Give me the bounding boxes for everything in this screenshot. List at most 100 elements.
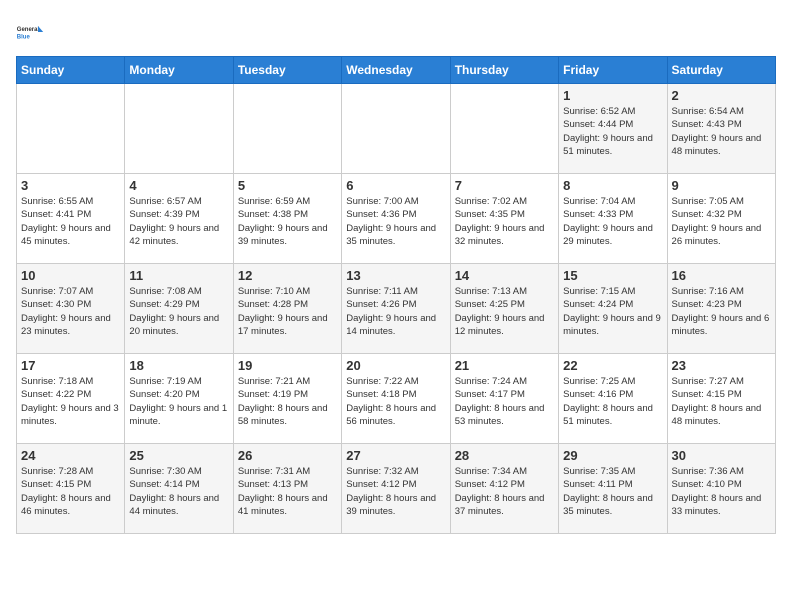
day-number: 1 <box>563 88 662 103</box>
week-row-2: 3Sunrise: 6:55 AM Sunset: 4:41 PM Daylig… <box>17 174 776 264</box>
day-number: 20 <box>346 358 445 373</box>
day-cell: 24 Sunrise: 7:28 AM Sunset: 4:15 PM Dayli… <box>17 444 125 534</box>
day-number: 28 <box>455 448 554 463</box>
header-cell-saturday: Saturday <box>667 57 775 84</box>
day-info: Sunrise: 7:27 AM Sunset: 4:15 PM Dayligh… <box>672 375 771 428</box>
header-cell-wednesday: Wednesday <box>342 57 450 84</box>
day-cell: 30 Sunrise: 7:36 AM Sunset: 4:10 PM Dayli… <box>667 444 775 534</box>
day-cell: 12Sunrise: 7:10 AM Sunset: 4:28 PM Dayli… <box>233 264 341 354</box>
day-cell: 26Sunrise: 7:31 AM Sunset: 4:13 PM Dayli… <box>233 444 341 534</box>
day-info: Sunrise: 7:08 AM Sunset: 4:29 PM Dayligh… <box>129 285 228 338</box>
day-cell: 16 Sunrise: 7:16 AM Sunset: 4:23 PM Dayli… <box>667 264 775 354</box>
day-info: Sunrise: 7:11 AM Sunset: 4:26 PM Dayligh… <box>346 285 445 338</box>
day-cell: 4Sunrise: 6:57 AM Sunset: 4:39 PM Daylig… <box>125 174 233 264</box>
day-cell <box>450 84 558 174</box>
day-number: 14 <box>455 268 554 283</box>
day-info: Sunrise: 7:05 AM Sunset: 4:32 PM Dayligh… <box>672 195 771 248</box>
day-cell: 22Sunrise: 7:25 AM Sunset: 4:16 PM Dayli… <box>559 354 667 444</box>
day-cell: 14 Sunrise: 7:13 AM Sunset: 4:25 PM Dayli… <box>450 264 558 354</box>
day-number: 5 <box>238 178 337 193</box>
day-cell: 8 Sunrise: 7:04 AM Sunset: 4:33 PM Daylig… <box>559 174 667 264</box>
header: GeneralBlue <box>16 16 776 48</box>
day-info: Sunrise: 7:19 AM Sunset: 4:20 PM Dayligh… <box>129 375 228 428</box>
day-cell: 19 Sunrise: 7:21 AM Sunset: 4:19 PM Dayli… <box>233 354 341 444</box>
day-number: 8 <box>563 178 662 193</box>
day-number: 24 <box>21 448 120 463</box>
day-info: Sunrise: 7:36 AM Sunset: 4:10 PM Dayligh… <box>672 465 771 518</box>
header-cell-tuesday: Tuesday <box>233 57 341 84</box>
calendar-header-row: SundayMondayTuesdayWednesdayThursdayFrid… <box>17 57 776 84</box>
day-number: 6 <box>346 178 445 193</box>
day-number: 21 <box>455 358 554 373</box>
day-info: Sunrise: 7:10 AM Sunset: 4:28 PM Dayligh… <box>238 285 337 338</box>
day-cell: 7Sunrise: 7:02 AM Sunset: 4:35 PM Daylig… <box>450 174 558 264</box>
day-cell: 27 Sunrise: 7:32 AM Sunset: 4:12 PM Dayli… <box>342 444 450 534</box>
day-number: 10 <box>21 268 120 283</box>
day-info: Sunrise: 6:55 AM Sunset: 4:41 PM Dayligh… <box>21 195 120 248</box>
day-info: Sunrise: 7:30 AM Sunset: 4:14 PM Dayligh… <box>129 465 228 518</box>
header-cell-sunday: Sunday <box>17 57 125 84</box>
day-cell: 10 Sunrise: 7:07 AM Sunset: 4:30 PM Dayli… <box>17 264 125 354</box>
day-info: Sunrise: 7:18 AM Sunset: 4:22 PM Dayligh… <box>21 375 120 428</box>
day-cell <box>233 84 341 174</box>
week-row-3: 10 Sunrise: 7:07 AM Sunset: 4:30 PM Dayli… <box>17 264 776 354</box>
header-cell-thursday: Thursday <box>450 57 558 84</box>
day-info: Sunrise: 7:35 AM Sunset: 4:11 PM Dayligh… <box>563 465 662 518</box>
day-info: Sunrise: 7:32 AM Sunset: 4:12 PM Dayligh… <box>346 465 445 518</box>
day-cell: 1 Sunrise: 6:52 AM Sunset: 4:44 PM Daylig… <box>559 84 667 174</box>
day-number: 15 <box>563 268 662 283</box>
day-info: Sunrise: 6:52 AM Sunset: 4:44 PM Dayligh… <box>563 105 662 158</box>
day-info: Sunrise: 7:04 AM Sunset: 4:33 PM Dayligh… <box>563 195 662 248</box>
day-cell: 28 Sunrise: 7:34 AM Sunset: 4:12 PM Dayli… <box>450 444 558 534</box>
day-cell: 29 Sunrise: 7:35 AM Sunset: 4:11 PM Dayli… <box>559 444 667 534</box>
day-cell: 21 Sunrise: 7:24 AM Sunset: 4:17 PM Dayli… <box>450 354 558 444</box>
day-number: 11 <box>129 268 228 283</box>
day-cell <box>342 84 450 174</box>
day-cell: 3Sunrise: 6:55 AM Sunset: 4:41 PM Daylig… <box>17 174 125 264</box>
day-number: 18 <box>129 358 228 373</box>
day-cell: 15Sunrise: 7:15 AM Sunset: 4:24 PM Dayli… <box>559 264 667 354</box>
calendar-body: 1 Sunrise: 6:52 AM Sunset: 4:44 PM Daylig… <box>17 84 776 534</box>
day-info: Sunrise: 6:57 AM Sunset: 4:39 PM Dayligh… <box>129 195 228 248</box>
day-number: 17 <box>21 358 120 373</box>
day-number: 25 <box>129 448 228 463</box>
day-info: Sunrise: 7:16 AM Sunset: 4:23 PM Dayligh… <box>672 285 771 338</box>
week-row-4: 17 Sunrise: 7:18 AM Sunset: 4:22 PM Dayli… <box>17 354 776 444</box>
day-cell: 23 Sunrise: 7:27 AM Sunset: 4:15 PM Dayli… <box>667 354 775 444</box>
day-cell: 20 Sunrise: 7:22 AM Sunset: 4:18 PM Dayli… <box>342 354 450 444</box>
day-number: 27 <box>346 448 445 463</box>
header-cell-friday: Friday <box>559 57 667 84</box>
day-info: Sunrise: 7:28 AM Sunset: 4:15 PM Dayligh… <box>21 465 120 518</box>
day-cell: 11 Sunrise: 7:08 AM Sunset: 4:29 PM Dayli… <box>125 264 233 354</box>
day-info: Sunrise: 7:07 AM Sunset: 4:30 PM Dayligh… <box>21 285 120 338</box>
svg-text:General: General <box>17 27 40 33</box>
day-info: Sunrise: 7:21 AM Sunset: 4:19 PM Dayligh… <box>238 375 337 428</box>
day-info: Sunrise: 7:24 AM Sunset: 4:17 PM Dayligh… <box>455 375 554 428</box>
day-info: Sunrise: 7:34 AM Sunset: 4:12 PM Dayligh… <box>455 465 554 518</box>
week-row-1: 1 Sunrise: 6:52 AM Sunset: 4:44 PM Daylig… <box>17 84 776 174</box>
logo: GeneralBlue <box>16 16 48 48</box>
day-cell: 2Sunrise: 6:54 AM Sunset: 4:43 PM Daylig… <box>667 84 775 174</box>
day-cell: 5Sunrise: 6:59 AM Sunset: 4:38 PM Daylig… <box>233 174 341 264</box>
day-number: 16 <box>672 268 771 283</box>
header-cell-monday: Monday <box>125 57 233 84</box>
day-info: Sunrise: 7:02 AM Sunset: 4:35 PM Dayligh… <box>455 195 554 248</box>
day-number: 23 <box>672 358 771 373</box>
day-cell <box>125 84 233 174</box>
day-cell: 18 Sunrise: 7:19 AM Sunset: 4:20 PM Dayli… <box>125 354 233 444</box>
day-number: 9 <box>672 178 771 193</box>
day-info: Sunrise: 7:13 AM Sunset: 4:25 PM Dayligh… <box>455 285 554 338</box>
day-info: Sunrise: 7:25 AM Sunset: 4:16 PM Dayligh… <box>563 375 662 428</box>
day-cell: 25 Sunrise: 7:30 AM Sunset: 4:14 PM Dayli… <box>125 444 233 534</box>
day-number: 13 <box>346 268 445 283</box>
day-number: 30 <box>672 448 771 463</box>
day-cell: 17 Sunrise: 7:18 AM Sunset: 4:22 PM Dayli… <box>17 354 125 444</box>
svg-text:Blue: Blue <box>17 34 31 40</box>
day-info: Sunrise: 7:00 AM Sunset: 4:36 PM Dayligh… <box>346 195 445 248</box>
day-cell <box>17 84 125 174</box>
day-info: Sunrise: 7:22 AM Sunset: 4:18 PM Dayligh… <box>346 375 445 428</box>
day-number: 29 <box>563 448 662 463</box>
day-number: 2 <box>672 88 771 103</box>
day-cell: 13 Sunrise: 7:11 AM Sunset: 4:26 PM Dayli… <box>342 264 450 354</box>
day-number: 19 <box>238 358 337 373</box>
